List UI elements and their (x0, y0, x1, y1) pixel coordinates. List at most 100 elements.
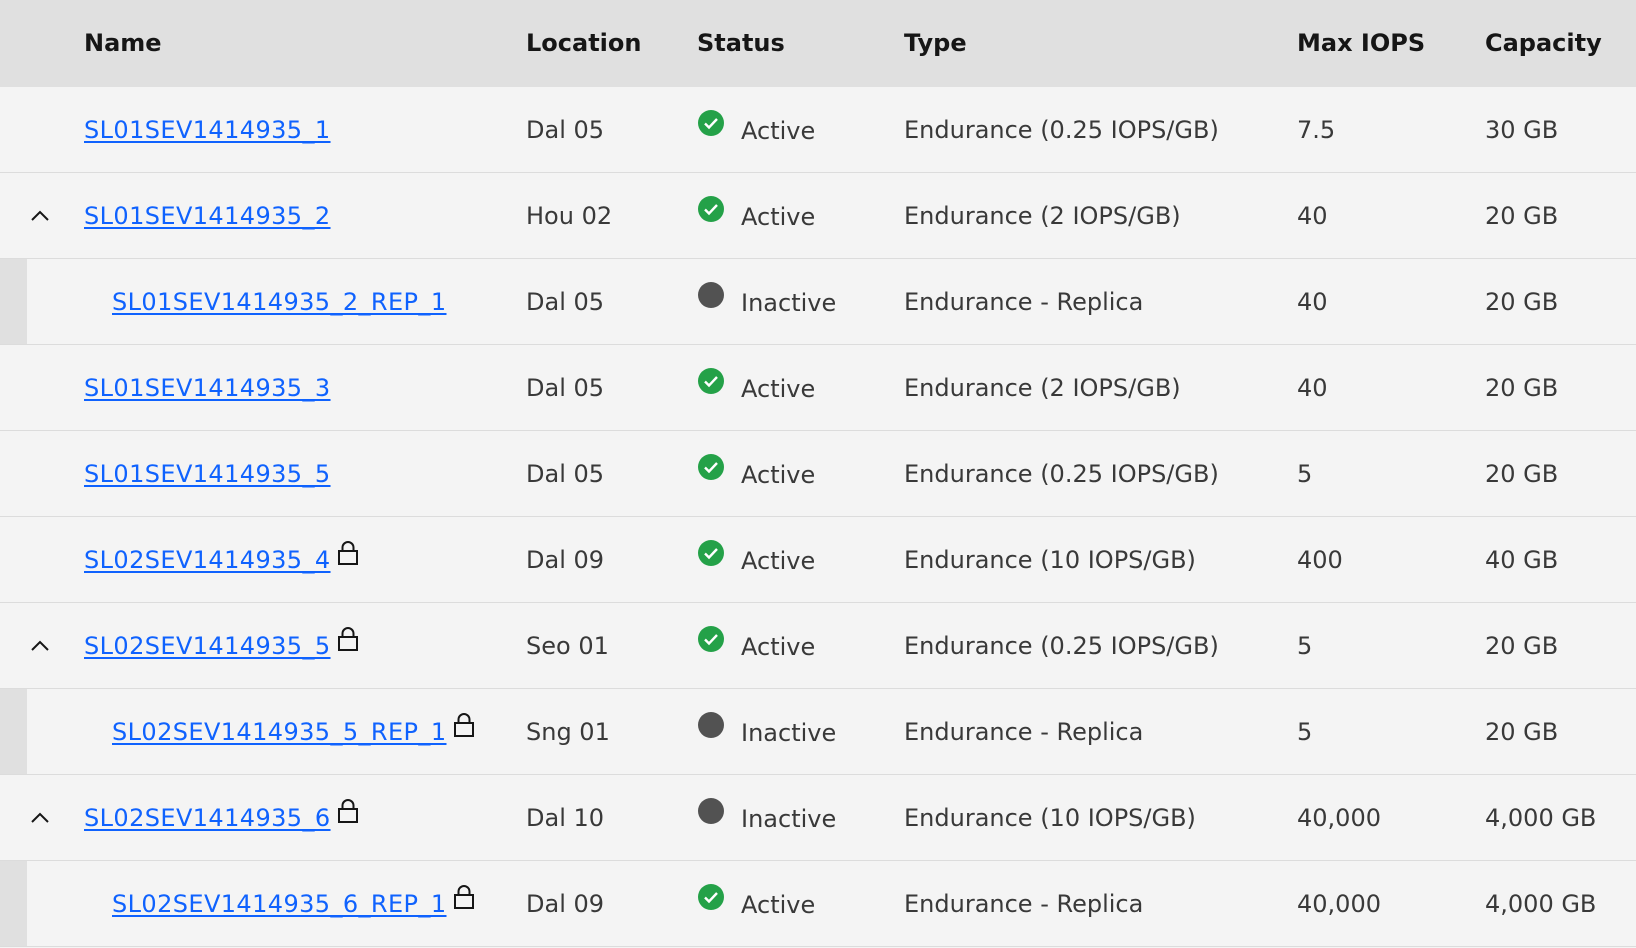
cell-location: Dal 10 (526, 804, 605, 832)
cell-name: SL02SEV1414935_6_REP_1 (112, 861, 475, 947)
cell-type: Endurance - Replica (904, 890, 1144, 918)
collapse-row-button[interactable] (24, 630, 56, 662)
column-header-status[interactable]: Status (697, 0, 785, 87)
cell-type: Endurance (2 IOPS/GB) (904, 202, 1181, 230)
cell-name: SL02SEV1414935_4 (84, 517, 359, 603)
status-label: Active (741, 547, 816, 575)
cell-capacity: 20 GB (1485, 718, 1559, 746)
cell-type: Endurance (0.25 IOPS/GB) (904, 116, 1219, 144)
cell-max-iops: 40 (1297, 374, 1328, 402)
cell-type: Endurance - Replica (904, 718, 1144, 746)
cell-max-iops: 40 (1297, 202, 1328, 230)
cell-capacity: 4,000 GB (1485, 890, 1597, 918)
child-row-indicator (0, 861, 27, 946)
cell-location: Seo 01 (526, 632, 609, 660)
table-row-replica: SL02SEV1414935_6_REP_1 Dal 09 Active Endura… (0, 861, 1636, 947)
status-label: Active (741, 203, 816, 231)
lock-icon (337, 773, 359, 859)
table-header: Name Location Status Type Max IOPS Capac… (0, 0, 1636, 87)
storage-volumes-table: Name Location Status Type Max IOPS Capac… (0, 0, 1636, 947)
volume-name-link[interactable]: SL02SEV1414935_6 (84, 804, 331, 832)
inactive-status-icon (697, 688, 725, 774)
volume-name-link[interactable]: SL01SEV1414935_2 (84, 202, 331, 230)
table-row: SL02SEV1414935_6 Dal 10 Inactive Endurance … (0, 775, 1636, 861)
cell-status: Active (697, 861, 815, 947)
cell-status: Inactive (697, 259, 836, 345)
cell-max-iops: 5 (1297, 460, 1313, 488)
cell-status: Active (697, 603, 815, 689)
checkmark-filled-icon (697, 172, 725, 258)
cell-location: Dal 09 (526, 546, 605, 574)
inactive-status-icon (697, 258, 725, 344)
status-label: Active (741, 891, 816, 919)
collapse-row-button[interactable] (24, 802, 56, 834)
cell-max-iops: 40 (1297, 288, 1328, 316)
cell-capacity: 20 GB (1485, 202, 1559, 230)
checkmark-filled-icon (697, 516, 725, 602)
volume-name-link[interactable]: SL01SEV1414935_1 (84, 116, 331, 144)
table-row: SL02SEV1414935_4 Dal 09 Active Endurance (1… (0, 517, 1636, 603)
cell-capacity: 30 GB (1485, 116, 1559, 144)
status-label: Active (741, 461, 816, 489)
column-header-location[interactable]: Location (526, 0, 641, 87)
cell-capacity: 20 GB (1485, 288, 1559, 316)
cell-capacity: 40 GB (1485, 546, 1559, 574)
volume-name-link[interactable]: SL01SEV1414935_5 (84, 460, 331, 488)
volume-name-link[interactable]: SL01SEV1414935_2_REP_1 (112, 288, 447, 316)
cell-location: Sng 01 (526, 718, 610, 746)
cell-type: Endurance (0.25 IOPS/GB) (904, 460, 1219, 488)
volume-name-link[interactable]: SL02SEV1414935_5_REP_1 (112, 718, 447, 746)
cell-max-iops: 40,000 (1297, 804, 1381, 832)
column-header-name[interactable]: Name (84, 0, 162, 87)
table-row-replica: SL01SEV1414935_2_REP_1 Dal 05 Inactive Endu… (0, 259, 1636, 345)
cell-max-iops: 7.5 (1297, 116, 1336, 144)
status-label: Active (741, 633, 816, 661)
cell-status: Active (697, 345, 815, 431)
status-label: Inactive (741, 289, 837, 317)
cell-name: SL02SEV1414935_5 (84, 603, 359, 689)
cell-type: Endurance (10 IOPS/GB) (904, 804, 1196, 832)
lock-icon (337, 515, 359, 601)
table-row: SL02SEV1414935_5 Seo 01 Active Endurance (0… (0, 603, 1636, 689)
cell-capacity: 20 GB (1485, 374, 1559, 402)
volume-name-link[interactable]: SL01SEV1414935_3 (84, 374, 331, 402)
checkmark-filled-icon (697, 602, 725, 688)
volume-name-link[interactable]: SL02SEV1414935_4 (84, 546, 331, 574)
checkmark-filled-icon (697, 86, 725, 172)
chevron-up-icon (31, 812, 49, 823)
cell-location: Dal 09 (526, 890, 605, 918)
table-row: SL01SEV1414935_2 Hou 02 Active Endurance (2… (0, 173, 1636, 259)
cell-location: Dal 05 (526, 116, 605, 144)
cell-capacity: 20 GB (1485, 460, 1559, 488)
cell-max-iops: 5 (1297, 632, 1313, 660)
cell-name: SL01SEV1414935_3 (84, 345, 331, 431)
child-row-indicator (0, 259, 27, 344)
cell-location: Dal 05 (526, 288, 605, 316)
cell-location: Hou 02 (526, 202, 613, 230)
table-row-replica: SL02SEV1414935_5_REP_1 Sng 01 Inactive Endu… (0, 689, 1636, 775)
volume-name-link[interactable]: SL02SEV1414935_5 (84, 632, 331, 660)
lock-icon (337, 601, 359, 687)
collapse-row-button[interactable] (24, 200, 56, 232)
status-label: Inactive (741, 719, 837, 747)
cell-type: Endurance (2 IOPS/GB) (904, 374, 1181, 402)
column-header-type[interactable]: Type (904, 0, 967, 87)
cell-status: Active (697, 517, 815, 603)
checkmark-filled-icon (697, 344, 725, 430)
volume-name-link[interactable]: SL02SEV1414935_6_REP_1 (112, 890, 447, 918)
status-label: Inactive (741, 805, 837, 833)
cell-status: Inactive (697, 689, 836, 775)
cell-status: Inactive (697, 775, 836, 861)
cell-name: SL01SEV1414935_5 (84, 431, 331, 517)
cell-name: SL02SEV1414935_6 (84, 775, 359, 861)
table-row: SL01SEV1414935_3 Dal 05 Active Endurance (2… (0, 345, 1636, 431)
column-header-capacity[interactable]: Capacity (1485, 0, 1602, 87)
cell-status: Active (697, 87, 815, 173)
cell-status: Active (697, 431, 815, 517)
column-header-max-iops[interactable]: Max IOPS (1297, 0, 1425, 87)
status-label: Active (741, 375, 816, 403)
cell-name: SL02SEV1414935_5_REP_1 (112, 689, 475, 775)
cell-name: SL01SEV1414935_2_REP_1 (112, 259, 447, 345)
cell-type: Endurance (10 IOPS/GB) (904, 546, 1196, 574)
child-row-indicator (0, 689, 27, 774)
